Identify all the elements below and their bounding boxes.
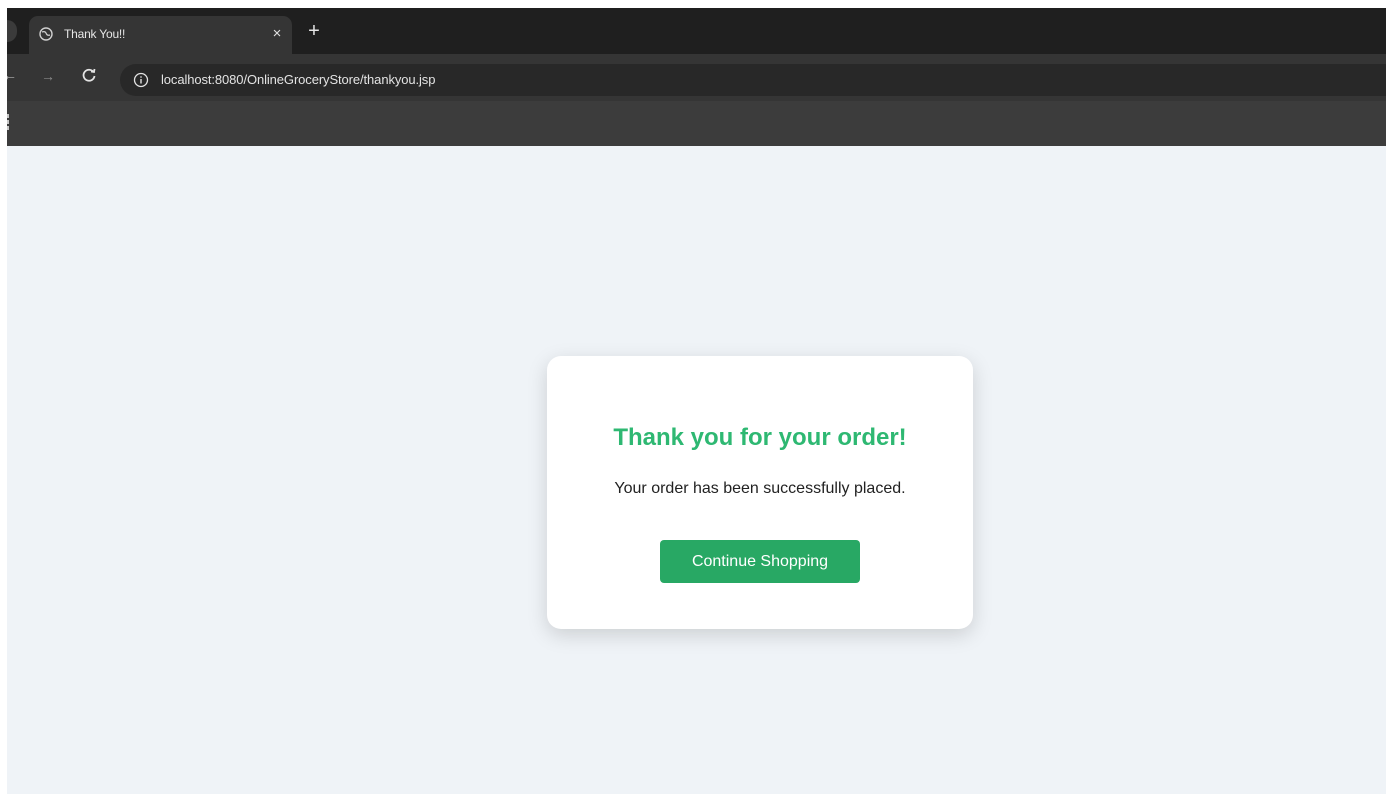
tab-strip: Thank You!! × +	[7, 8, 1386, 54]
browser-toolbar: ← → localhost:8080/OnlineGroceryStore/th…	[7, 54, 1386, 101]
thank-you-card: Thank you for your order! Your order has…	[547, 356, 973, 629]
page-title: Thank you for your order!	[613, 424, 907, 451]
site-info-icon[interactable]	[133, 72, 149, 88]
apps-grid-icon[interactable]	[7, 113, 11, 131]
url-text[interactable]: localhost:8080/OnlineGroceryStore/thanky…	[161, 72, 435, 87]
continue-shopping-button[interactable]: Continue Shopping	[660, 540, 860, 583]
tab-title: Thank You!!	[64, 27, 126, 41]
back-arrow-icon[interactable]: ←	[7, 67, 17, 83]
confirmation-message: Your order has been successfully placed.	[614, 480, 906, 497]
reload-icon[interactable]	[80, 66, 98, 84]
page-viewport: Thank you for your order! Your order has…	[7, 146, 1386, 794]
close-tab-icon[interactable]: ×	[268, 25, 286, 43]
tab-thank-you[interactable]: Thank You!! ×	[29, 16, 292, 54]
globe-icon	[39, 27, 53, 41]
browser-window: Thank You!! × + ← → localhost:8080/Onlin…	[7, 8, 1386, 794]
forward-arrow-icon[interactable]: →	[41, 68, 55, 84]
tab-search-button[interactable]	[7, 20, 17, 42]
bookmarks-bar	[7, 101, 1386, 146]
address-bar[interactable]: localhost:8080/OnlineGroceryStore/thanky…	[120, 64, 1386, 96]
new-tab-button[interactable]: +	[305, 21, 323, 41]
